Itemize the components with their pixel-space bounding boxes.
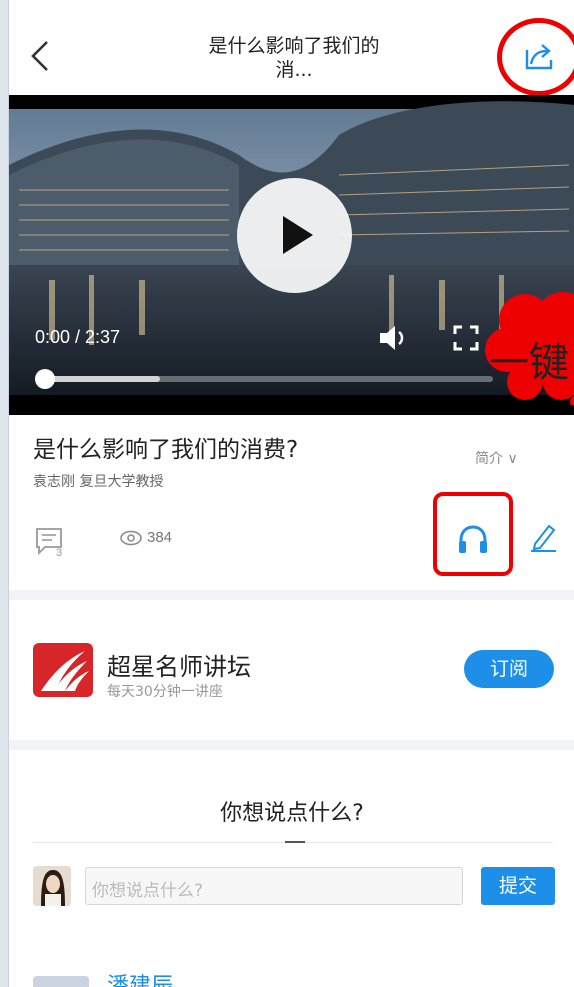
audio-listen-button[interactable] — [455, 522, 491, 556]
annotation-text: 一键 — [489, 340, 569, 386]
progress-knob[interactable] — [35, 369, 55, 389]
share-icon — [525, 44, 553, 70]
channel-name[interactable]: 超星名师讲坛 — [107, 647, 251, 682]
view-count-value: 384 — [147, 529, 173, 546]
chevron-left-icon — [31, 41, 48, 71]
user-avatar-image — [33, 866, 71, 906]
pencil-icon — [531, 524, 556, 552]
channel-logo-mark — [41, 651, 89, 691]
app-screen: 是什么影响了我们的 消... 0:00 / 2:37 一键 是什么影响了我们的消… — [8, 0, 574, 987]
fullscreen-icon — [453, 325, 479, 351]
comment-input[interactable]: 你想说点什么? — [85, 867, 463, 905]
comment-user-avatar — [33, 976, 89, 987]
comment-icon: 3 — [36, 528, 62, 559]
progress-buffer — [43, 376, 160, 382]
video-title: 是什么影响了我们的消费? — [33, 437, 299, 463]
heading-dash — [285, 841, 305, 843]
intro-toggle[interactable]: 简介 ∨ — [475, 448, 518, 468]
headphones-icon — [459, 525, 487, 553]
divider — [9, 740, 574, 750]
page-title-line1: 是什么影响了我们的 — [208, 35, 380, 57]
comments-heading: 你想说点什么? — [220, 801, 364, 826]
playback-time: 0:00 / 2:37 — [35, 327, 121, 347]
view-count: 384 — [119, 529, 172, 546]
progress-track[interactable] — [43, 376, 493, 382]
divider — [9, 590, 574, 600]
nav-header: 是什么影响了我们的 消... — [9, 0, 574, 96]
back-button[interactable] — [27, 36, 57, 76]
play-icon — [283, 216, 313, 254]
subscribe-button[interactable]: 订阅 — [464, 650, 554, 688]
volume-icon — [380, 326, 404, 350]
channel-subtitle: 每天30分钟一讲座 — [107, 684, 223, 700]
comment-count: 3 — [56, 547, 62, 557]
eye-icon — [120, 530, 142, 546]
edit-note-button[interactable] — [529, 522, 557, 552]
channel-logo[interactable] — [33, 643, 93, 697]
comment-button[interactable]: 3 — [35, 527, 67, 559]
page-title-line2: 消... — [275, 59, 313, 81]
play-button[interactable] — [237, 178, 352, 293]
share-button[interactable] — [521, 38, 557, 74]
submit-button[interactable]: 提交 — [481, 867, 555, 905]
volume-button[interactable] — [377, 323, 409, 353]
fullscreen-button[interactable] — [453, 325, 479, 351]
avatar — [33, 866, 71, 906]
page-title: 是什么影响了我们的 消... — [149, 34, 439, 82]
author-info: 袁志刚 复旦大学教授 — [33, 474, 164, 490]
share-area — [497, 18, 574, 96]
comment-user-name[interactable]: 潘建辰 — [107, 968, 173, 987]
